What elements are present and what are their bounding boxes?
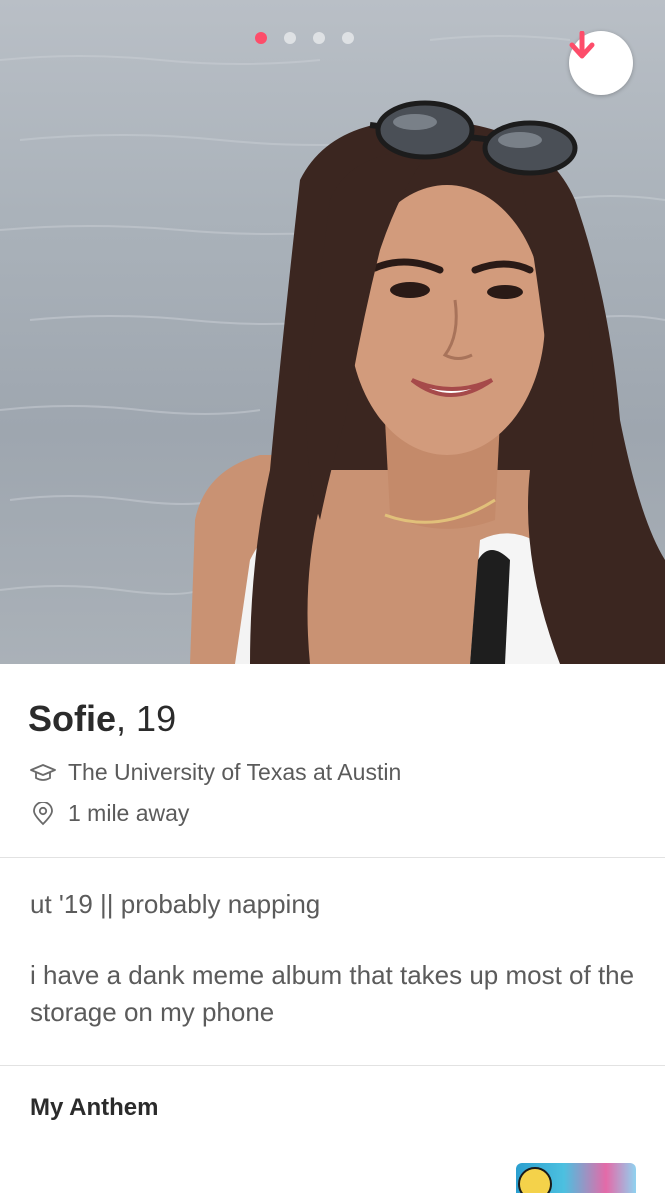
photo-carousel-indicator[interactable] — [0, 32, 637, 44]
profile-age: 19 — [136, 698, 177, 739]
carousel-dot-2[interactable] — [284, 32, 296, 44]
album-art-detail — [518, 1167, 552, 1193]
profile-name: Sofie — [28, 698, 117, 739]
name-age-heading: Sofie, 19 — [28, 698, 176, 740]
school-name: The University of Texas at Austin — [68, 759, 402, 785]
collapse-profile-button[interactable] — [569, 31, 633, 95]
location-pin-icon — [33, 801, 53, 825]
profile-photo[interactable] — [0, 0, 665, 664]
carousel-dot-4[interactable] — [342, 32, 354, 44]
school-row: The University of Texas at Austin — [30, 759, 401, 786]
profile-photo-illustration — [0, 35, 665, 664]
divider — [0, 857, 665, 858]
graduation-cap-icon — [30, 763, 56, 781]
name-separator: , — [116, 698, 127, 739]
carousel-dot-3[interactable] — [313, 32, 325, 44]
distance-text: 1 mile away — [68, 800, 190, 826]
divider — [0, 1065, 665, 1066]
anthem-album-art[interactable] — [516, 1163, 636, 1193]
anthem-section-title: My Anthem — [30, 1094, 159, 1121]
bio-text: i have a dank meme album that takes up m… — [30, 960, 635, 1027]
carousel-dot-1[interactable] — [255, 32, 267, 44]
distance-row: 1 mile away — [30, 800, 189, 827]
arrow-down-icon — [569, 31, 595, 59]
bio-line: ut '19 || probably napping — [30, 889, 321, 919]
